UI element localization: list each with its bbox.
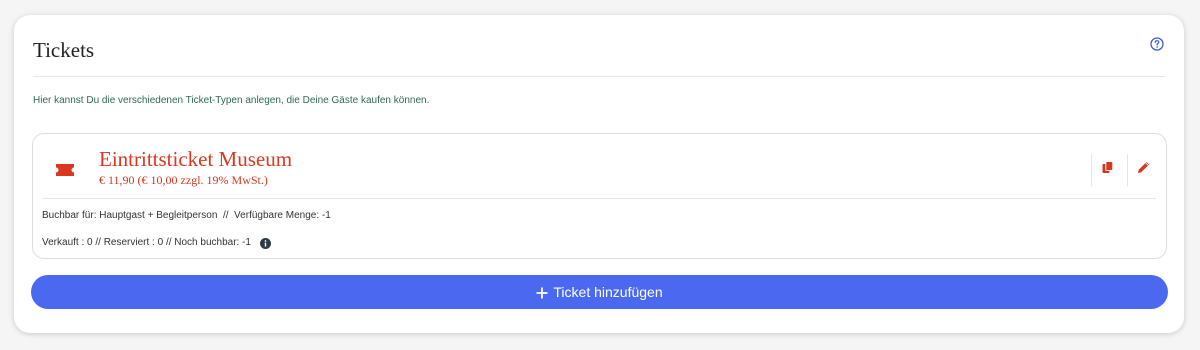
ticket-stats-row: Verkauft : 0 // Reserviert : 0 // Noch b… (42, 237, 271, 249)
question-circle-icon[interactable] (1150, 37, 1164, 51)
copy-icon (1102, 161, 1114, 179)
tickets-panel: Tickets Hier kannst Du die verschiedenen… (14, 15, 1184, 333)
edit-ticket-button[interactable] (1133, 160, 1153, 180)
card-divider (43, 198, 1156, 199)
add-ticket-label: Ticket hinzufügen (553, 284, 663, 300)
ticket-icon (54, 162, 76, 178)
pencil-icon (1137, 161, 1150, 179)
add-ticket-button[interactable]: Ticket hinzufügen (31, 275, 1168, 309)
panel-description: Hier kannst Du die verschiedenen Ticket-… (33, 95, 430, 106)
action-divider (1127, 154, 1128, 186)
ticket-price: € 11,90 (€ 10,00 zzgl. 19% MwSt.) (99, 173, 268, 187)
ticket-availability: Buchbar für: Hauptgast + Begleitperson /… (42, 210, 331, 221)
info-icon[interactable] (259, 237, 271, 249)
action-divider (1091, 154, 1092, 186)
ticket-stats: Verkauft : 0 // Reserviert : 0 // Noch b… (42, 237, 251, 248)
title-divider (33, 76, 1165, 77)
plus-icon (536, 286, 548, 299)
ticket-card: Eintrittsticket Museum € 11,90 (€ 10,00 … (32, 133, 1167, 259)
ticket-name: Eintrittsticket Museum (99, 147, 293, 171)
panel-title: Tickets (33, 38, 95, 62)
duplicate-ticket-button[interactable] (1098, 160, 1118, 180)
